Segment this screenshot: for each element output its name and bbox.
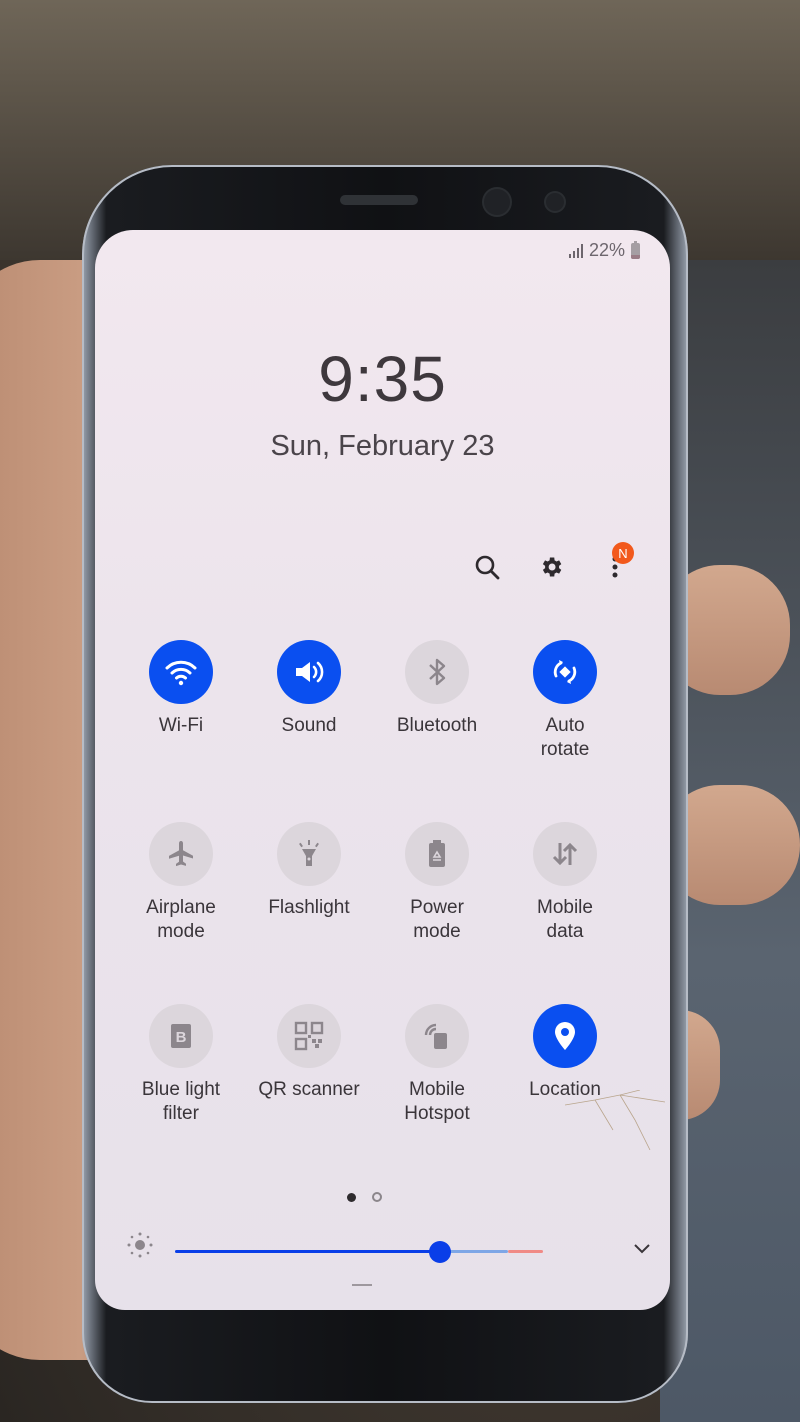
- tile-auto-rotate-toggle[interactable]: [533, 640, 597, 704]
- bluetooth-icon: [429, 658, 446, 686]
- slider-track-warning: [508, 1250, 543, 1253]
- slider-track-active: [175, 1250, 440, 1253]
- tile-row: Wi-Fi Sound Bluetooth Auto rotate: [117, 640, 637, 822]
- gear-icon: [542, 557, 562, 577]
- clock-time: 9:35: [318, 343, 447, 415]
- tile-flashlight[interactable]: Flashlight: [245, 822, 373, 1004]
- auto-rotate-icon: [553, 660, 577, 684]
- qr-code-icon: [294, 1021, 324, 1051]
- tile-row: B Blue light filter QR scanner Mobile Ho…: [117, 1004, 637, 1186]
- tile-airplane-toggle[interactable]: [149, 822, 213, 886]
- volume-icon: [296, 661, 324, 683]
- tile-mobile-data-toggle[interactable]: [533, 822, 597, 886]
- tile-label: Auto rotate: [540, 715, 590, 760]
- tile-power-mode[interactable]: Power mode: [373, 822, 501, 1004]
- tile-sound[interactable]: Sound: [245, 640, 373, 822]
- tile-blue-light-toggle[interactable]: B: [149, 1004, 213, 1068]
- tile-auto-rotate[interactable]: Auto rotate: [501, 640, 629, 822]
- tile-mobile-hotspot-toggle[interactable]: [405, 1004, 469, 1068]
- tile-qr-scanner[interactable]: QR scanner: [245, 1004, 373, 1186]
- status-bar: 22%: [568, 240, 640, 261]
- tile-label: Mobile Hotspot: [404, 1079, 470, 1124]
- expand-button[interactable]: [633, 1242, 651, 1260]
- svg-text:B: B: [176, 1029, 187, 1046]
- panel-drag-handle[interactable]: [352, 1284, 372, 1286]
- tile-blue-light-filter[interactable]: B Blue light filter: [117, 1004, 245, 1186]
- signal-icon: [568, 243, 583, 258]
- more-options-button[interactable]: N: [600, 542, 634, 582]
- sensor-icon: [484, 189, 510, 215]
- slider-thumb[interactable]: [429, 1241, 451, 1263]
- tile-label: Airplane mode: [146, 897, 216, 942]
- tile-power-mode-toggle[interactable]: [405, 822, 469, 886]
- quick-settings-grid: Wi-Fi Sound Bluetooth Auto rotate Airpla…: [117, 640, 637, 1186]
- hotspot-icon: [424, 1023, 447, 1049]
- tile-flashlight-toggle[interactable]: [277, 822, 341, 886]
- tile-label: Bluetooth: [396, 715, 478, 736]
- screen-crack: [565, 1090, 665, 1150]
- front-camera-icon: [546, 193, 564, 211]
- page-dot-2[interactable]: [372, 1192, 382, 1202]
- flashlight-icon: [299, 840, 319, 866]
- tile-wifi-toggle[interactable]: [149, 640, 213, 704]
- tile-label: Power mode: [410, 897, 464, 942]
- tile-label: Mobile data: [537, 897, 593, 942]
- tile-label: QR scanner: [258, 1079, 360, 1100]
- brightness-icon: [127, 1232, 153, 1258]
- search-button[interactable]: [472, 552, 502, 582]
- tile-row: Airplane mode Flashlight Power mode Mobi…: [117, 822, 637, 1004]
- search-icon: [475, 555, 500, 580]
- tile-bluetooth-toggle[interactable]: [405, 640, 469, 704]
- brightness-control: [125, 1230, 650, 1270]
- tile-sound-toggle[interactable]: [277, 640, 341, 704]
- panel-actions: N: [472, 542, 634, 582]
- page-indicator: [347, 1192, 382, 1202]
- mobile-data-icon: [552, 842, 578, 866]
- earpiece-speaker: [340, 195, 418, 205]
- tile-wifi[interactable]: Wi-Fi: [117, 640, 245, 822]
- battery-percent: 22%: [588, 240, 625, 260]
- chevron-down-icon: [634, 1244, 650, 1254]
- clock-date: Sun, February 23: [270, 430, 495, 462]
- airplane-icon: [169, 841, 193, 867]
- tile-mobile-hotspot[interactable]: Mobile Hotspot: [373, 1004, 501, 1186]
- tile-airplane-mode[interactable]: Airplane mode: [117, 822, 245, 1004]
- tile-location-toggle[interactable]: [533, 1004, 597, 1068]
- settings-button[interactable]: [536, 552, 566, 582]
- tile-qr-scanner-toggle[interactable]: [277, 1004, 341, 1068]
- power-mode-icon: [429, 840, 445, 867]
- page-dot-1[interactable]: [347, 1192, 356, 1202]
- tile-label: Blue light filter: [141, 1079, 221, 1124]
- tile-bluetooth[interactable]: Bluetooth: [373, 640, 501, 822]
- blue-light-filter-icon: B: [171, 1024, 191, 1048]
- wifi-icon: [165, 660, 197, 686]
- brightness-slider[interactable]: [175, 1241, 543, 1263]
- tile-label: Flashlight: [268, 897, 350, 918]
- location-icon: [555, 1022, 575, 1050]
- quick-settings-panel: 22% 9:35 Sun, February 23 N Wi-Fi Sound …: [95, 230, 670, 1310]
- notification-badge: N: [612, 542, 634, 564]
- tile-label: Sound: [281, 715, 337, 736]
- tile-label: Wi-Fi: [158, 715, 204, 736]
- battery-icon: [631, 240, 640, 259]
- tile-mobile-data[interactable]: Mobile data: [501, 822, 629, 1004]
